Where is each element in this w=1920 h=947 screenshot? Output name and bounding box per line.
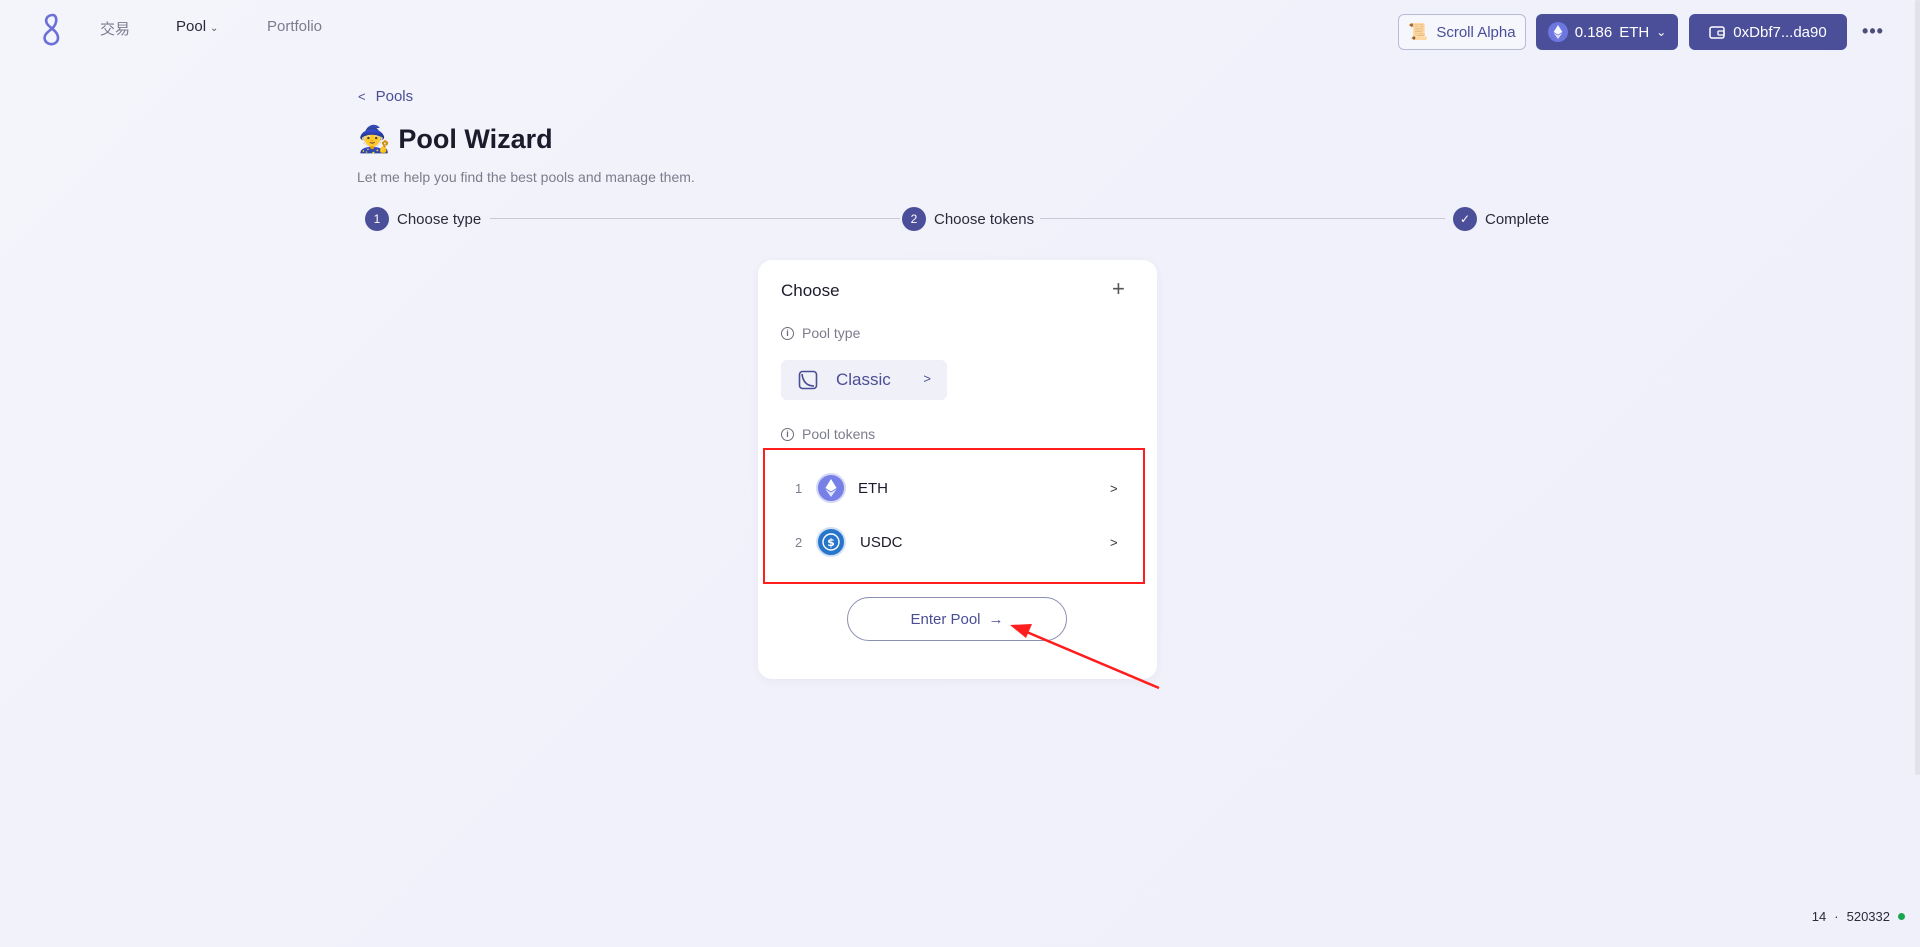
balance-value: 0.186 (1574, 23, 1613, 41)
wallet-icon (1709, 26, 1726, 39)
step-label: Complete (1485, 210, 1550, 228)
top-navigation-bar: 交易 Pool ⌄ Portfolio 📜 Scroll Alpha 0.186 … (0, 0, 1920, 64)
plus-icon[interactable]: + (1112, 278, 1125, 300)
token-row-usdc[interactable]: 2 $ USDC > (765, 522, 1143, 562)
status-separator: · (1834, 909, 1839, 924)
step-choose-type[interactable]: 1 Choose type (365, 207, 481, 231)
more-options-icon[interactable]: ••• (1862, 20, 1884, 42)
pool-wizard-card: Choose + i Pool type Classic > i Pool to… (758, 260, 1157, 679)
token-row-eth[interactable]: 1 ETH > (765, 468, 1143, 508)
balance-unit: ETH (1619, 23, 1650, 41)
page-subtitle: Let me help you find the best pools and … (357, 169, 695, 185)
pool-tokens-label: i Pool tokens (781, 426, 875, 442)
network-label: Scroll Alpha (1436, 23, 1516, 41)
enter-pool-button[interactable]: Enter Pool → (847, 597, 1067, 641)
status-left-value: 14 (1811, 909, 1827, 924)
page-scrollbar[interactable] (1915, 0, 1920, 775)
chevron-right-icon: > (1110, 480, 1118, 496)
pool-tokens-label-text: Pool tokens (802, 426, 876, 442)
pool-type-label: i Pool type (781, 325, 860, 341)
balance-dropdown-button[interactable]: 0.186 ETH ⌄ (1536, 14, 1678, 50)
token-symbol: ETH (858, 479, 888, 497)
page-title: 🧙 Pool Wizard (358, 124, 553, 155)
nav-pool-menu[interactable]: Pool ⌄ (176, 18, 218, 35)
pool-type-selector[interactable]: Classic > (781, 360, 947, 400)
app-logo-icon[interactable] (38, 12, 64, 46)
eth-icon (816, 473, 846, 503)
step-label: Choose type (397, 210, 482, 228)
chevron-right-icon: > (923, 371, 931, 386)
wallet-address: 0xDbf7...da90 (1733, 23, 1827, 41)
network-status-bar: 14 · 520332 (1812, 909, 1905, 924)
nav-portfolio-link[interactable]: Portfolio (267, 18, 322, 35)
block-number: 520332 (1846, 909, 1890, 924)
scroll-network-icon: 📜 (1408, 24, 1429, 41)
back-to-pools-link[interactable]: < Pools (358, 88, 413, 105)
token-index: 1 (795, 480, 803, 496)
enter-pool-label: Enter Pool (910, 610, 981, 628)
step-number: 2 (902, 207, 926, 231)
card-title: Choose (781, 281, 840, 300)
wizard-stepper: 1 Choose type 2 Choose tokens ✓ Complete (365, 207, 1550, 231)
wizard-emoji-icon: 🧙 (358, 124, 391, 154)
step-label: Choose tokens (934, 210, 1035, 228)
usdc-icon: $ (816, 527, 846, 557)
pool-tokens-highlight: 1 ETH > 2 $ USDC > (763, 448, 1145, 584)
status-indicator-icon (1898, 913, 1905, 920)
token-index: 2 (795, 534, 803, 550)
svg-text:$: $ (827, 536, 835, 549)
pool-type-value: Classic (836, 370, 891, 389)
pool-type-label-text: Pool type (802, 325, 861, 341)
stepper-connector (490, 218, 900, 219)
chevron-right-icon: > (1110, 534, 1118, 550)
token-symbol: USDC (860, 533, 903, 551)
eth-icon (1547, 22, 1568, 42)
wallet-account-button[interactable]: 0xDbf7...da90 (1689, 14, 1847, 50)
network-selector-button[interactable]: 📜 Scroll Alpha (1398, 14, 1526, 50)
info-icon[interactable]: i (781, 326, 794, 340)
nav-pool-label: Pool (176, 18, 207, 35)
step-number: 1 (365, 207, 389, 231)
step-choose-tokens[interactable]: 2 Choose tokens (902, 207, 1034, 231)
page-title-text: Pool Wizard (398, 124, 553, 154)
arrow-right-icon: → (988, 610, 1004, 628)
checkmark-icon: ✓ (1453, 207, 1477, 231)
nav-trade-link[interactable]: 交易 (100, 18, 130, 39)
info-icon[interactable]: i (781, 427, 794, 441)
chevron-left-icon: < (358, 89, 366, 104)
back-link-label: Pools (375, 88, 414, 105)
step-complete[interactable]: ✓ Complete (1453, 207, 1549, 231)
chevron-down-icon: ⌄ (210, 23, 219, 34)
classic-pool-icon (798, 370, 818, 390)
stepper-connector (1040, 218, 1445, 219)
chevron-down-icon: ⌄ (1656, 25, 1667, 39)
